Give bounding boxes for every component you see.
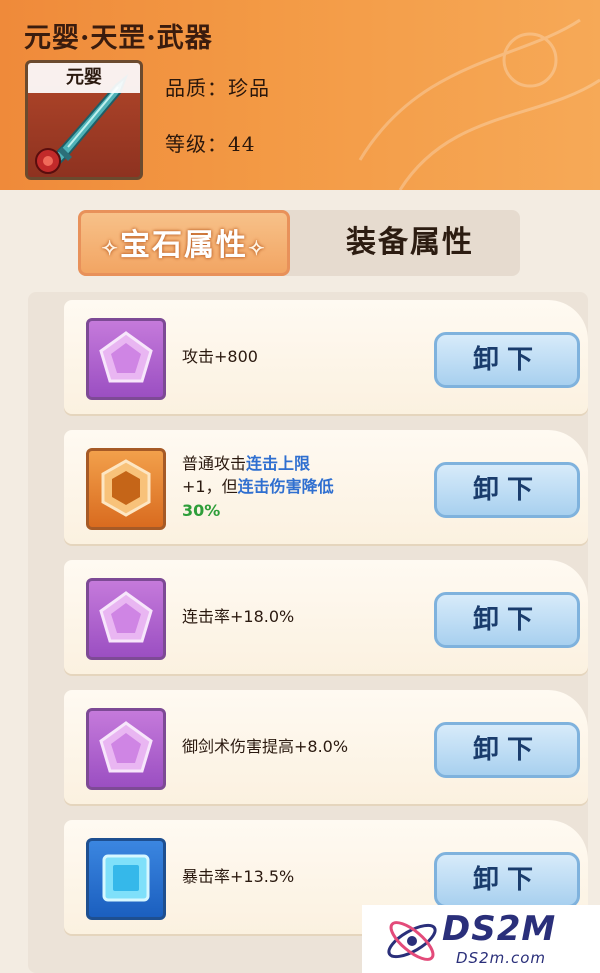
tab-equipment-attributes-label: 装备属性 (346, 225, 474, 260)
quality-value: 珍品 (228, 76, 270, 100)
purple-gem-icon (99, 591, 153, 643)
gem-text-percent: 30% (182, 500, 221, 520)
blue-gem-icon (102, 854, 150, 902)
unload-button[interactable]: 卸下 (434, 462, 580, 518)
gem-text-part: 普通攻击 (182, 454, 247, 474)
unload-button[interactable]: 卸下 (434, 852, 580, 908)
site-watermark: DS2M DS2m.com (362, 905, 600, 973)
gem-slot[interactable] (86, 838, 166, 920)
gem-text-highlight: 连击伤害降低 (237, 477, 334, 497)
item-badge-label: 元婴 (28, 63, 140, 93)
atom-logo-icon (387, 921, 437, 961)
watermark-main: DS2M (442, 909, 557, 949)
gem-slot[interactable] (86, 708, 166, 790)
tab-gem-attributes[interactable]: ✧宝石属性✧ (78, 210, 290, 276)
gem-slot[interactable] (86, 578, 166, 660)
unload-button[interactable]: 卸下 (434, 332, 580, 388)
item-title: 元婴·天罡·武器 (24, 23, 213, 54)
watermark-sub: DS2m.com (456, 949, 547, 967)
quality-line: 品质：珍品 (165, 72, 270, 101)
item-header: 元婴·天罡·武器 元婴 品质：珍品 等级：44 (0, 0, 600, 190)
gem-attribute-text: 普通攻击连击上限 +1，但连击伤害降低 30% (182, 430, 426, 544)
orange-gem-icon (101, 459, 151, 517)
gem-attribute-text: 连击率+18.0% (182, 607, 295, 627)
decorative-swirl (358, 18, 600, 190)
gem-row: 御剑术伤害提高+8.0% 卸下 (64, 690, 588, 804)
purple-gem-icon (99, 331, 153, 383)
unload-button[interactable]: 卸下 (434, 592, 580, 648)
weapon-slot[interactable]: 元婴 (25, 60, 143, 180)
tab-bar: ✧宝石属性✧ 装备属性 (78, 210, 520, 276)
gem-row: 普通攻击连击上限 +1，但连击伤害降低 30% 卸下 (64, 430, 588, 544)
tab-gem-attributes-label: 宝石属性 (120, 228, 248, 263)
quality-label: 品质： (165, 76, 228, 100)
tab-decoration-right: ✧ (248, 236, 267, 260)
gem-slot[interactable] (86, 448, 166, 530)
unload-button[interactable]: 卸下 (434, 722, 580, 778)
level-label: 等级： (165, 132, 228, 156)
gem-text-part: +1，但 (182, 477, 238, 497)
gem-row: 攻击+800 卸下 (64, 300, 588, 414)
tab-decoration-left: ✧ (101, 236, 120, 260)
level-line: 等级：44 (165, 128, 255, 157)
purple-gem-icon (99, 721, 153, 773)
gem-list-panel: 攻击+800 卸下 普通攻击连击上限 +1，但连击伤害降低 30% 卸下 连击率… (28, 292, 588, 973)
tab-equipment-attributes[interactable]: 装备属性 (300, 210, 520, 276)
gem-text-highlight: 连击上限 (246, 454, 311, 474)
gem-row: 连击率+18.0% 卸下 (64, 560, 588, 674)
level-value: 44 (228, 132, 256, 156)
gem-attribute-text: 御剑术伤害提高+8.0% (182, 737, 349, 757)
gem-attribute-text: 攻击+800 (182, 347, 258, 367)
gem-slot[interactable] (86, 318, 166, 400)
